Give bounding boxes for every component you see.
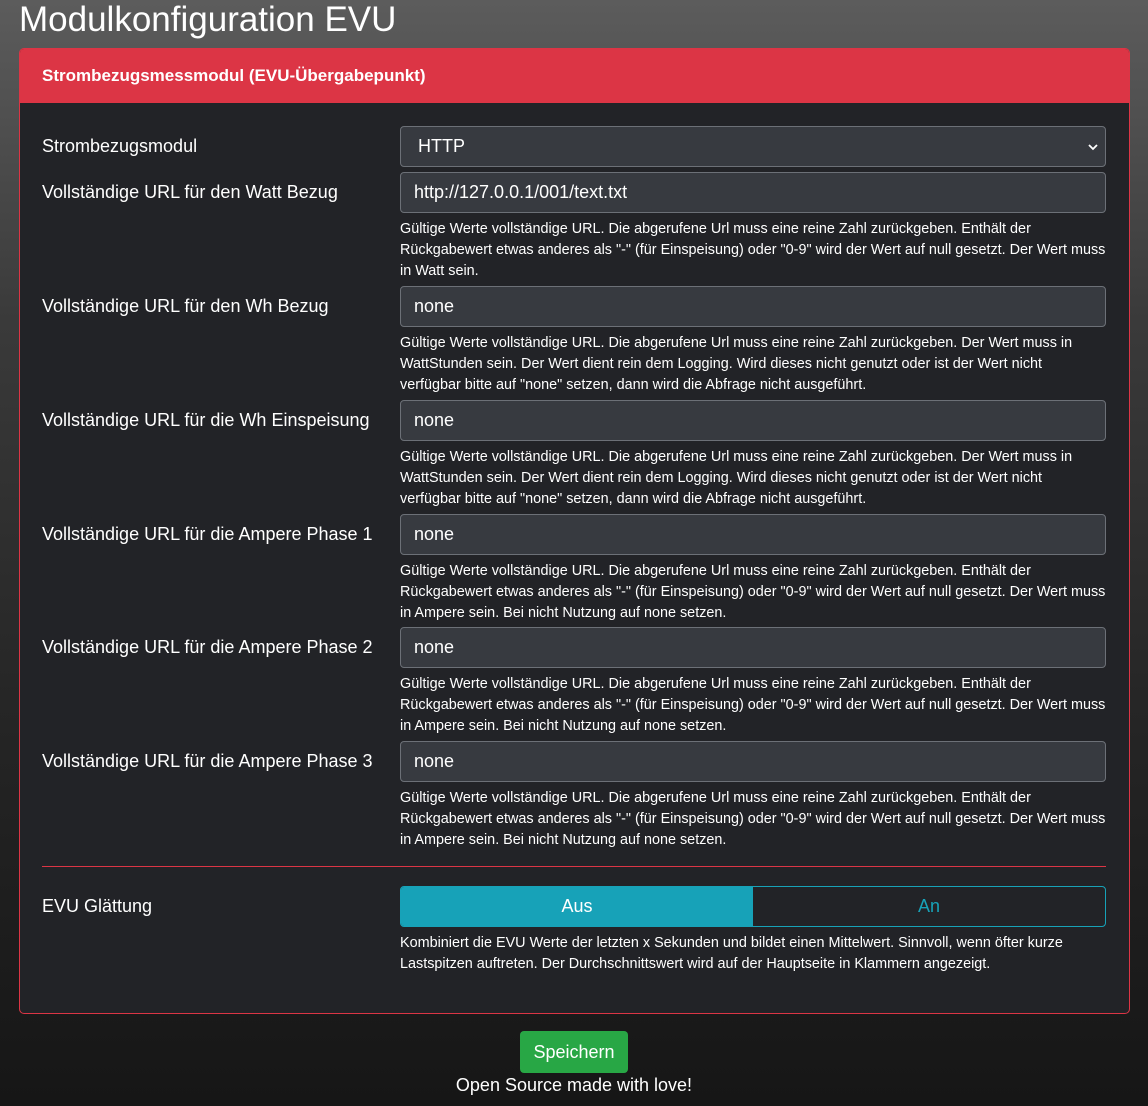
footer-text: Open Source made with love! [455,1075,693,1095]
phase3-url-input[interactable]: none [400,741,1106,782]
field-label: Vollständige URL für die Wh Einspeisung [42,410,370,430]
config-card: Strombezugsmessmodul (EVU-Übergabepunkt)… [19,48,1130,1014]
field-label: EVU Glättung [42,896,153,916]
smoothing-toggle: Aus An [400,886,1106,927]
help-text: Kombiniert die EVU Werte der letzten x S… [400,935,1063,972]
field-label: Vollständige URL für die Ampere Phase 3 [42,751,373,771]
phase1-url-input[interactable]: none [400,514,1106,555]
chevron-down-icon [1087,141,1099,153]
save-button[interactable]: Speichern [520,1031,628,1073]
field-label: Vollständige URL für den Wh Bezug [42,296,329,316]
select-value: HTTP [418,136,465,156]
help-text: Gültige Werte vollständige URL. Die abge… [400,676,1106,734]
field-label: Vollständige URL für die Ampere Phase 2 [42,637,373,657]
help-text: Gültige Werte vollständige URL. Die abge… [400,449,1073,507]
wh-export-url-input[interactable]: none [400,400,1106,441]
field-label: Strombezugsmodul [42,136,198,156]
module-select[interactable]: HTTP [400,126,1106,167]
help-text: Gültige Werte vollständige URL. Die abge… [400,563,1106,621]
help-text: Gültige Werte vollständige URL. Die abge… [400,221,1106,279]
phase2-url-input[interactable]: none [400,627,1106,668]
field-label: Vollständige URL für den Watt Bezug [42,182,338,202]
help-text: Gültige Werte vollständige URL. Die abge… [400,790,1106,848]
smoothing-on-button[interactable]: An [753,887,1105,926]
section-divider [42,866,1106,867]
smoothing-off-button[interactable]: Aus [401,887,753,926]
page-title: Modulkonfiguration EVU [19,0,397,39]
wh-import-url-input[interactable]: none [400,286,1106,327]
field-label: Vollständige URL für die Ampere Phase 1 [42,524,373,544]
help-text: Gültige Werte vollständige URL. Die abge… [400,335,1073,393]
card-header: Strombezugsmessmodul (EVU-Übergabepunkt) [20,49,1129,103]
watt-url-input[interactable]: http://127.0.0.1/001/text.txt [400,172,1106,213]
